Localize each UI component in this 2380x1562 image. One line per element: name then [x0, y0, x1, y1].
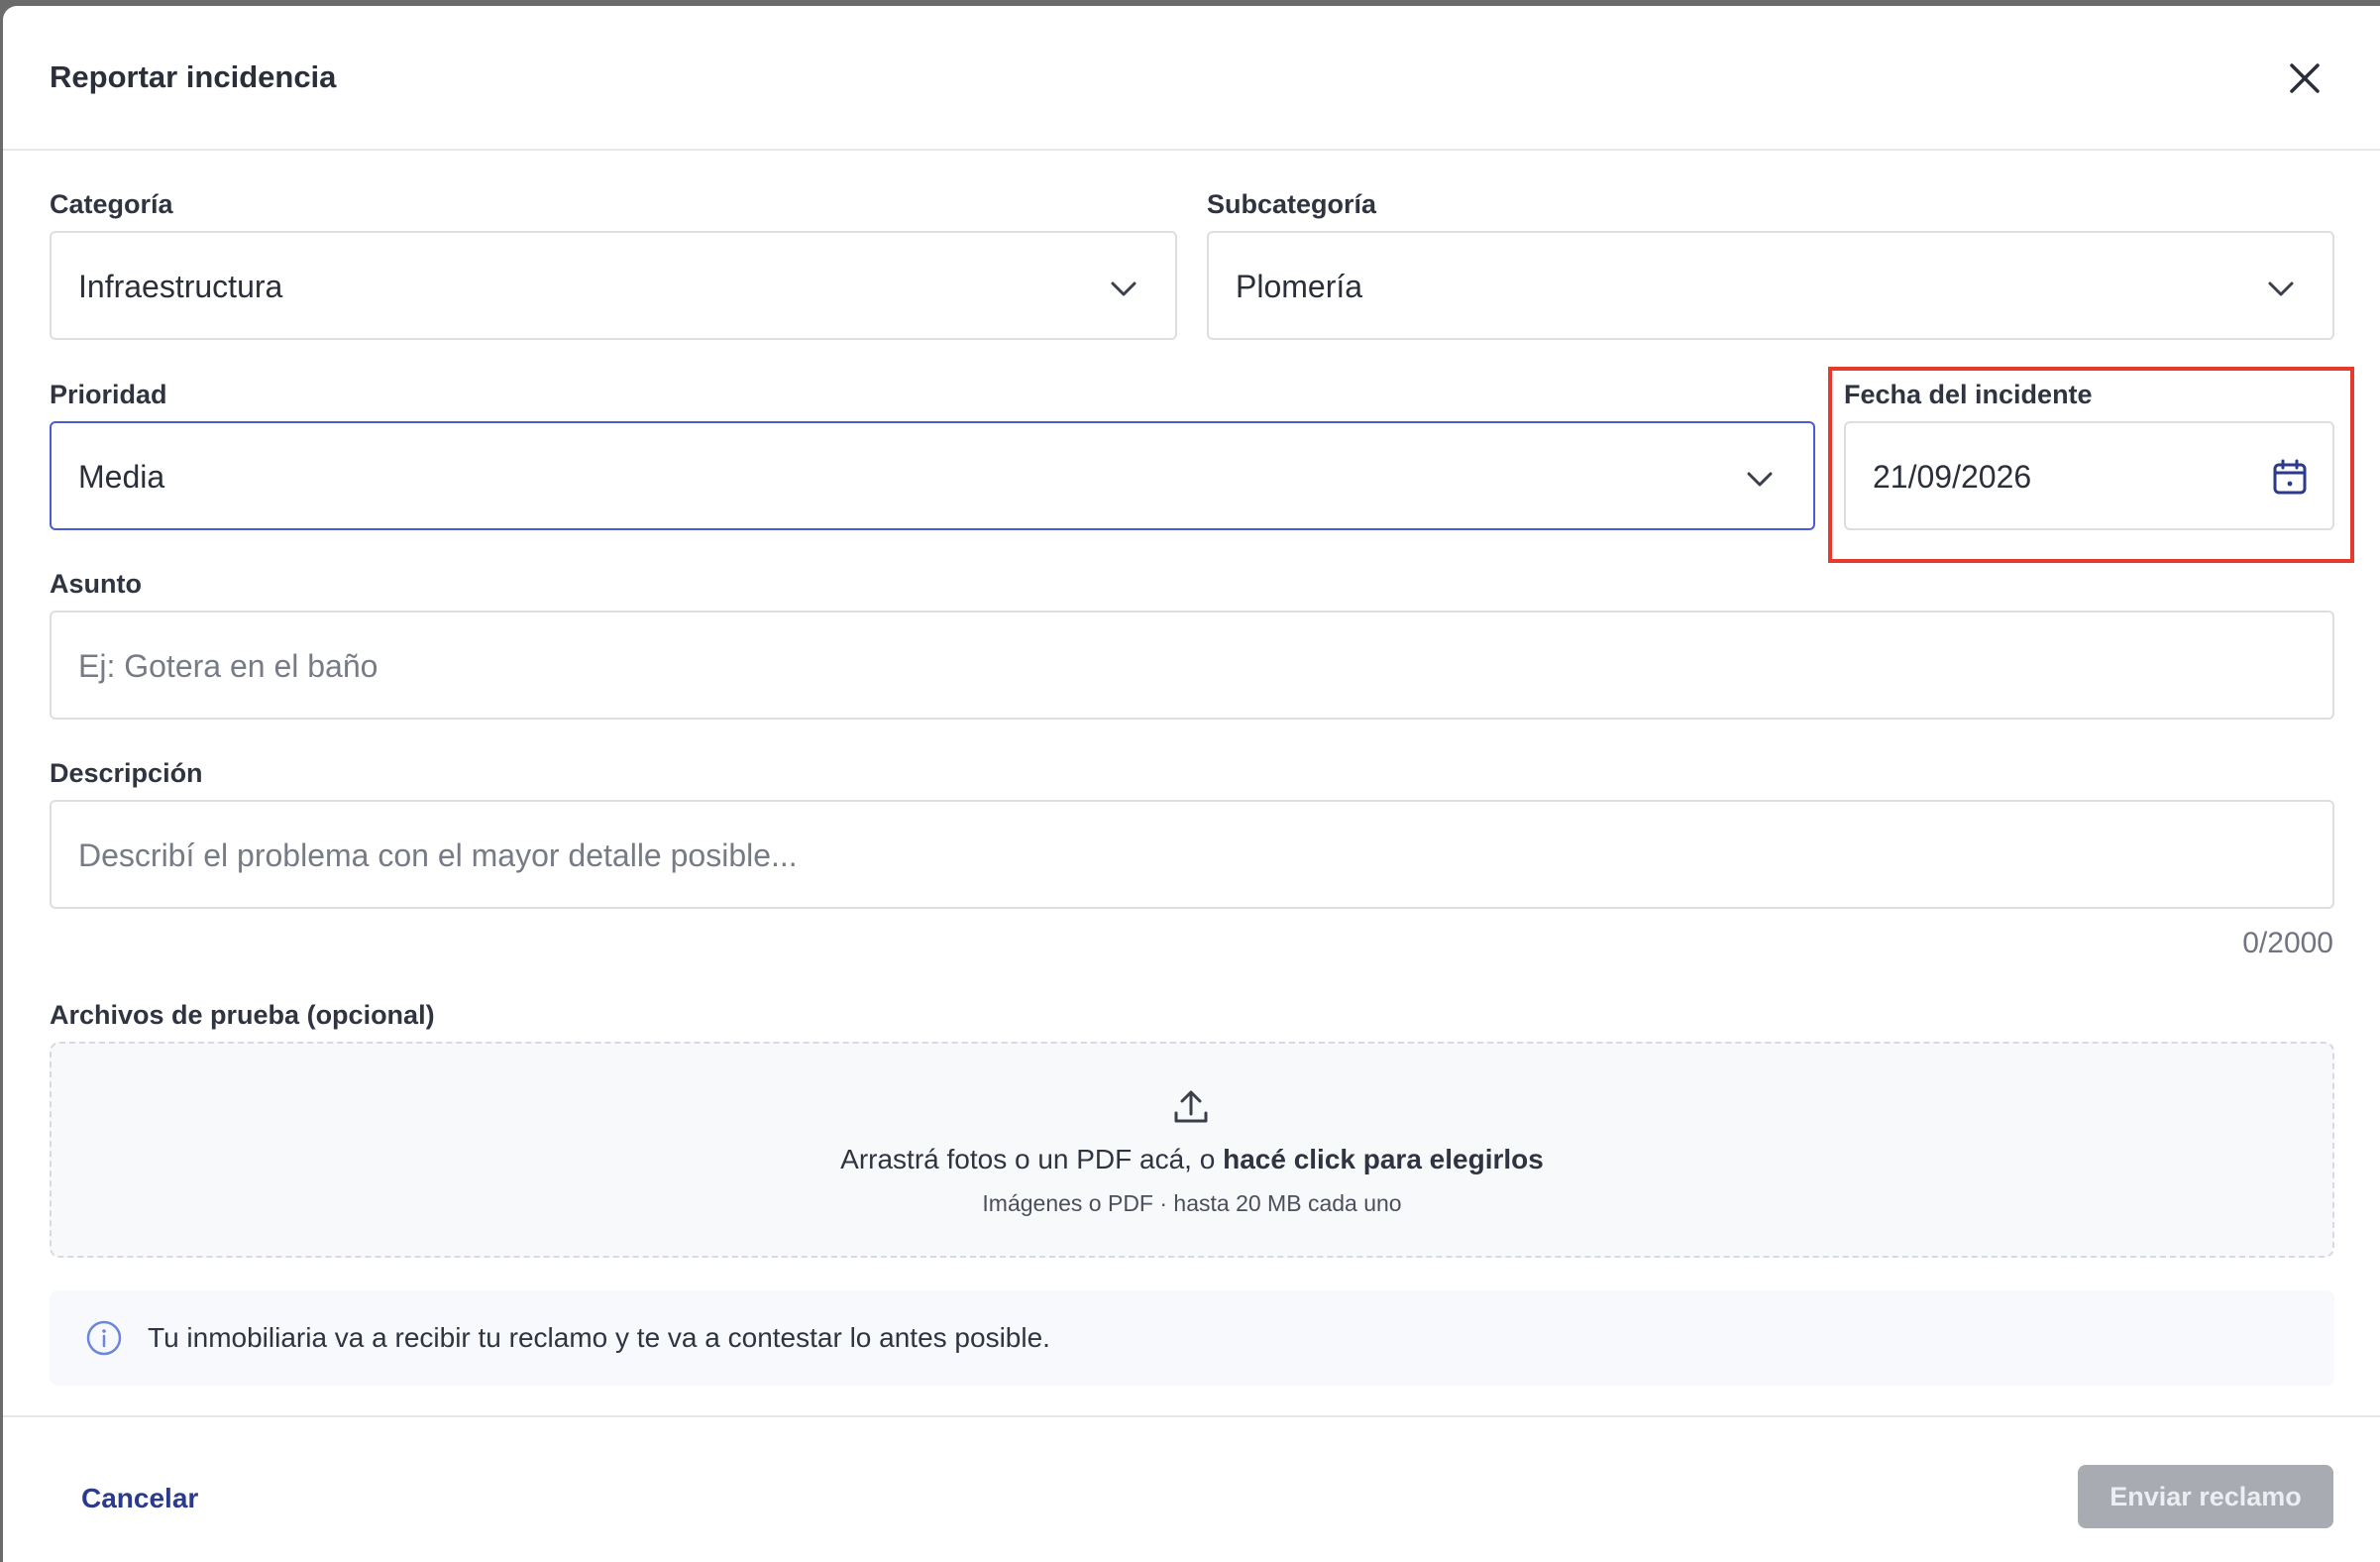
close-icon: [2290, 63, 2320, 93]
fecha-label: Fecha del incidente: [1844, 380, 2093, 409]
dropzone-hint: Imágenes o PDF · hasta 20 MB cada uno: [982, 1190, 1402, 1216]
info-banner: Tu inmobiliaria va a recibir tu reclamo …: [50, 1290, 2334, 1386]
categoria-label: Categoría: [50, 189, 173, 219]
upload-icon: [1174, 1090, 1208, 1123]
chevron-down-icon: [1747, 472, 1773, 487]
subcategoria-label: Subcategoría: [1207, 189, 1377, 219]
info-icon: [86, 1320, 122, 1356]
descripcion-placeholder: Describí el problema con el mayor detall…: [78, 837, 798, 873]
asunto-placeholder: Ej: Gotera en el baño: [78, 648, 379, 684]
cancel-button[interactable]: Cancelar: [81, 1483, 198, 1514]
dropzone-text: Arrastrá fotos o un PDF acá, o hacé clic…: [52, 1144, 2332, 1175]
info-text: Tu inmobiliaria va a recibir tu reclamo …: [148, 1322, 1050, 1353]
modal-title: Reportar incidencia: [50, 59, 337, 94]
modal-header: Reportar incidencia: [3, 6, 2380, 151]
chevron-down-icon: [2268, 281, 2294, 296]
asunto-label: Asunto: [50, 569, 142, 599]
submit-button[interactable]: Enviar reclamo: [2078, 1465, 2333, 1528]
chevron-down-icon: [1111, 281, 1136, 296]
modal-footer: Cancelar Enviar reclamo: [3, 1415, 2380, 1562]
char-counter: 0/2000: [2242, 927, 2333, 959]
archivos-label: Archivos de prueba (opcional): [50, 1000, 435, 1030]
asunto-input[interactable]: Ej: Gotera en el baño: [50, 611, 2334, 720]
subcategoria-value: Plomería: [1236, 269, 1363, 304]
subcategoria-select[interactable]: Plomería: [1207, 231, 2334, 340]
prioridad-select[interactable]: Media: [50, 421, 1815, 530]
prioridad-value: Media: [78, 459, 165, 495]
report-incident-modal: Reportar incidencia Categoría Infraestru…: [3, 6, 2380, 1562]
descripcion-label: Descripción: [50, 758, 203, 788]
close-button[interactable]: [2282, 56, 2327, 101]
fecha-date-input[interactable]: 21/09/2026: [1844, 421, 2334, 530]
fecha-value: 21/09/2026: [1873, 459, 2032, 495]
dropzone-choose-link[interactable]: hacé click para elegirlos: [1223, 1144, 1544, 1174]
file-dropzone[interactable]: Arrastrá fotos o un PDF acá, o hacé clic…: [50, 1042, 2334, 1258]
categoria-select[interactable]: Infraestructura: [50, 231, 1177, 340]
dropzone-instruction: Arrastrá fotos o un PDF acá, o: [840, 1144, 1224, 1174]
prioridad-label: Prioridad: [50, 380, 167, 409]
descripcion-textarea[interactable]: Describí el problema con el mayor detall…: [50, 800, 2334, 909]
calendar-icon[interactable]: [2270, 457, 2310, 497]
categoria-value: Infraestructura: [78, 269, 283, 304]
